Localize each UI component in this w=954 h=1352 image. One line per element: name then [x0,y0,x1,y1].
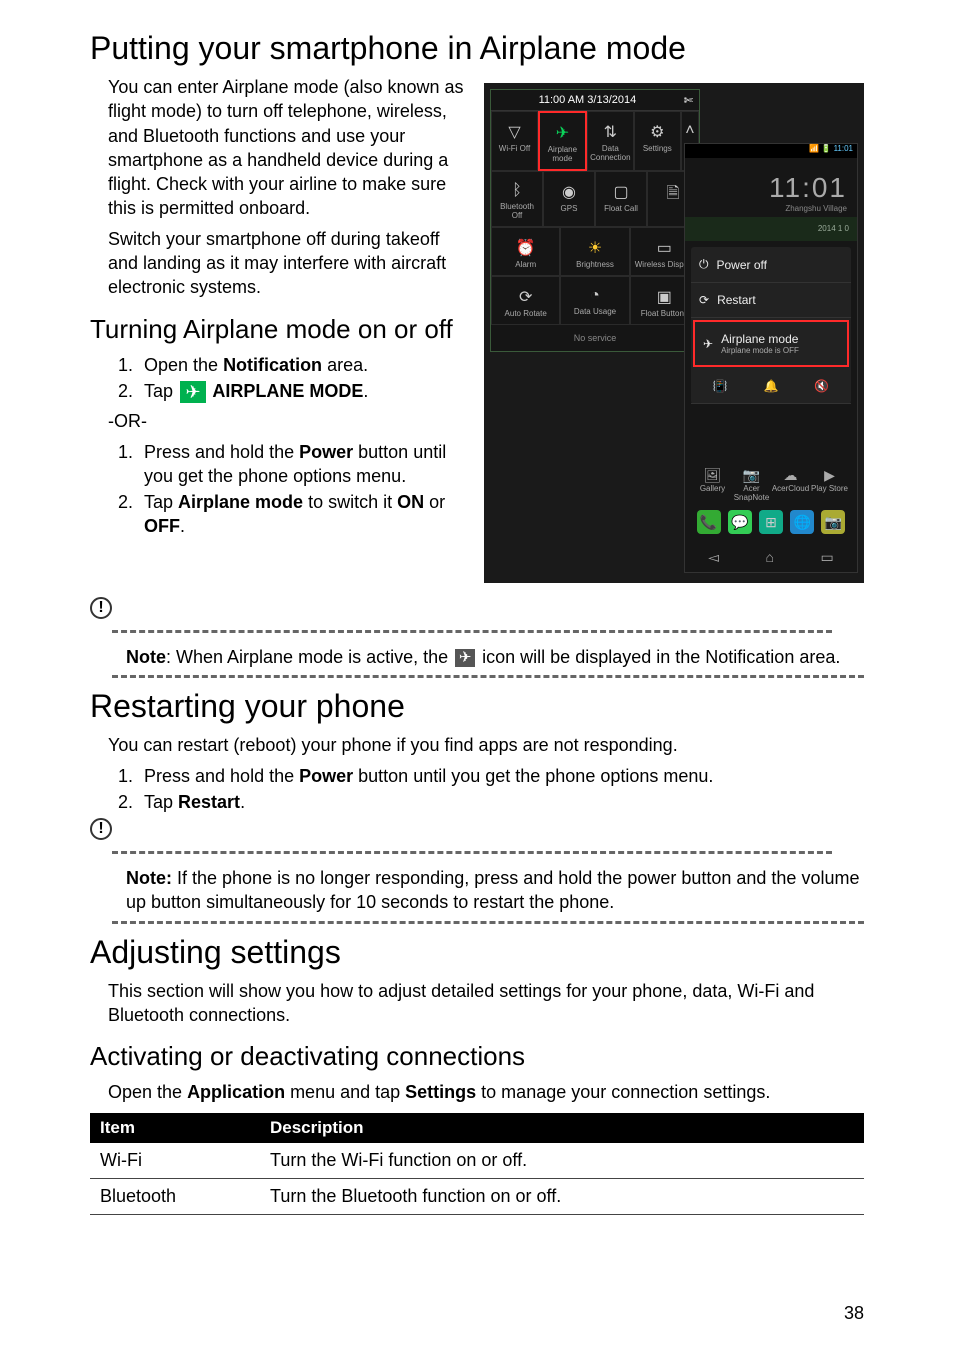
heading-activating-connections: Activating or deactivating connections [90,1041,864,1072]
alarm-icon: ⏰ [494,238,557,258]
alert-icon: ! [90,818,112,840]
power-menu-poweroff: ⏻Power off [691,247,851,283]
list-item: Press and hold the Power button until yo… [138,764,864,788]
page-number: 38 [844,1303,864,1324]
qs-tile-brightness: ☀Brightness [560,227,629,276]
cloud-icon: ☁ [771,467,810,484]
power-menu-airplane: ✈Airplane modeAirplane mode is OFF [693,320,849,367]
qs-tile-data: ⇅Data Connection [587,111,634,171]
gps-icon: ◉ [546,182,592,202]
phone-app-row: 🖼Gallery 📷Acer SnapNote ☁AcerCloud ▶Play… [685,463,857,506]
qs-tile-airplane: ✈Airplane mode [538,111,587,171]
figure-airplane-mode-screenshot: 11:00 AM 3/13/2014 ✄ ▽Wi-Fi Off ✈Airplan… [484,83,864,583]
table-cell-desc: Turn the Bluetooth function on or off. [260,1178,864,1214]
alert-icon: ! [90,597,112,619]
qs-tile-autorotate: ⟳Auto Rotate [491,276,560,325]
qs-tile-gps: ◉GPS [543,171,595,227]
apps-icon: ⊞ [759,510,783,534]
scissors-icon: ✄ [684,94,693,107]
power-menu-restart: ⟳Restart [691,283,851,318]
paragraph-connections-intro: Open the Application menu and tap Settin… [108,1080,864,1104]
note-text-force-restart: Note: If the phone is no longer respondi… [126,866,864,915]
paragraph-restart-intro: You can restart (reboot) your phone if y… [108,733,864,757]
airplane-icon: ✈ [455,649,475,667]
qs-no-service: No service [491,325,699,351]
rotate-icon: ⟳ [494,287,557,307]
bluetooth-icon: ᛒ [494,182,540,200]
gallery-icon: 🖼 [693,467,732,484]
back-icon: ◅ [708,549,719,566]
power-menu-sound-row: 📳 🔔 🔇 [691,369,851,404]
phone-weather-bar: 2014 1 0 [685,217,857,241]
heading-adjusting-settings: Adjusting settings [90,934,864,971]
messages-icon: 💬 [728,510,752,534]
camera-icon: 📷 [732,467,771,484]
data-icon: ⇅ [590,122,631,142]
airplane-icon: ✈ [542,123,583,143]
browser-icon: 🌐 [790,510,814,534]
phone-statusbar: 📶 🔋 11:01 [685,144,857,158]
table-row: Wi-Fi Turn the Wi-Fi function on or off. [90,1143,864,1179]
table-cell-item: Wi-Fi [90,1143,260,1179]
qs-tile-wifi: ▽Wi-Fi Off [491,111,538,171]
home-icon: ⌂ [766,549,774,566]
note-force-restart: ! [90,820,864,860]
table-cell-item: Bluetooth [90,1178,260,1214]
gear-icon: ⚙ [637,122,678,142]
paragraph-airplane-warning: Switch your smartphone off during takeof… [108,227,488,300]
paragraph-adjust-intro: This section will show you how to adjust… [108,979,864,1028]
power-icon: ⏻ [699,257,709,272]
chevron-up-icon: ˄ [684,122,696,140]
note-text-airplane: Note: When Airplane mode is active, the … [126,645,864,669]
airplane-icon: ✈ [703,337,713,351]
usage-icon: ◔ [563,287,626,305]
phone-icon: ▢ [598,182,644,202]
ordered-list-restart: Press and hold the Power button until yo… [134,764,864,815]
settings-table: Item Description Wi-Fi Turn the Wi-Fi fu… [90,1113,864,1215]
note-airplane-icon: ! [90,599,864,639]
table-header-description: Description [260,1113,864,1143]
qs-time: 11:00 AM 3/13/2014 ✄ [491,90,699,111]
sound-off-icon: 🔇 [814,379,829,393]
qs-tile-bluetooth: ᛒBluetooth Off [491,171,543,227]
brightness-icon: ☀ [563,238,626,258]
camera-dock-icon: 📷 [821,510,845,534]
list-item: Tap Restart. [138,790,864,814]
qs-tile-datausage: ◔Data Usage [560,276,629,325]
paragraph-airplane-intro: You can enter Airplane mode (also known … [108,75,488,221]
table-header-item: Item [90,1113,260,1143]
phone-power-menu-screenshot: 📶 🔋 11:01 11:01 Zhangshu Village 2014 1 … [684,143,858,573]
phone-clock-widget: 11:01 Zhangshu Village [685,158,857,217]
wifi-icon: ▽ [494,122,535,142]
dialer-icon: 📞 [697,510,721,534]
quick-settings-panel: 11:00 AM 3/13/2014 ✄ ▽Wi-Fi Off ✈Airplan… [490,89,700,352]
phone-dock: 📞 💬 ⊞ 🌐 📷 [685,506,857,538]
qs-tile-alarm: ⏰Alarm [491,227,560,276]
recent-icon: ▭ [821,549,834,566]
phone-nav-buttons: ◅ ⌂ ▭ [685,549,857,566]
heading-airplane-mode: Putting your smartphone in Airplane mode [90,30,864,67]
play-icon: ▶ [810,467,849,484]
sound-on-icon: 🔔 [764,379,779,393]
qs-tile-settings: ⚙Settings [634,111,681,171]
table-cell-desc: Turn the Wi-Fi function on or off. [260,1143,864,1179]
vibrate-icon: 📳 [713,379,728,393]
table-row: Bluetooth Turn the Bluetooth function on… [90,1178,864,1214]
power-options-menu: ⏻Power off ⟳Restart ✈Airplane modeAirpla… [691,247,851,404]
airplane-icon: ✈ [180,381,206,403]
heading-restarting: Restarting your phone [90,688,864,725]
restart-icon: ⟳ [699,293,709,307]
qs-tile-floatcall: ▢Float Call [595,171,647,227]
